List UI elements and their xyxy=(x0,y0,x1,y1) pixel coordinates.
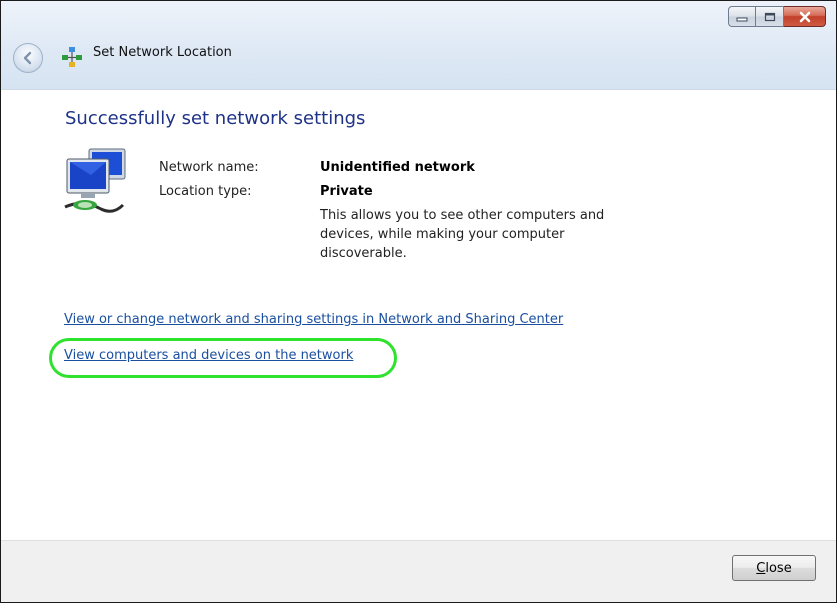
maximize-button[interactable] xyxy=(756,6,784,27)
caption-buttons xyxy=(728,6,826,28)
close-icon xyxy=(799,11,810,22)
network-sharing-center-link[interactable]: View or change network and sharing setti… xyxy=(64,312,563,327)
close-window-button[interactable] xyxy=(784,6,826,27)
computer-network-icon xyxy=(64,148,126,213)
minimize-button[interactable] xyxy=(728,6,756,27)
title-bar: Set Network Location xyxy=(1,1,836,90)
close-button-mnemonic: C xyxy=(756,560,766,576)
window-title: Set Network Location xyxy=(93,45,232,60)
location-description: This allows you to see other computers a… xyxy=(320,208,605,261)
network-name-value: Unidentified network xyxy=(320,160,475,175)
dialog-footer: Close xyxy=(1,540,836,602)
view-computers-link[interactable]: View computers and devices on the networ… xyxy=(64,348,353,363)
network-name-label: Network name: xyxy=(159,160,259,175)
dialog-window: Set Network Location Successfully set ne… xyxy=(0,0,837,603)
close-button[interactable]: Close xyxy=(732,555,816,581)
page-title: Successfully set network settings xyxy=(65,108,366,129)
maximize-icon xyxy=(764,12,775,21)
location-type-value: Private xyxy=(320,184,373,199)
back-arrow-icon xyxy=(23,51,32,65)
location-type-label: Location type: xyxy=(159,184,252,199)
network-center-icon xyxy=(62,47,82,67)
minimize-icon xyxy=(736,17,748,21)
back-button[interactable] xyxy=(13,43,43,73)
close-button-label: lose xyxy=(765,560,792,576)
dialog-content: Successfully set network settings Networ… xyxy=(1,90,836,540)
